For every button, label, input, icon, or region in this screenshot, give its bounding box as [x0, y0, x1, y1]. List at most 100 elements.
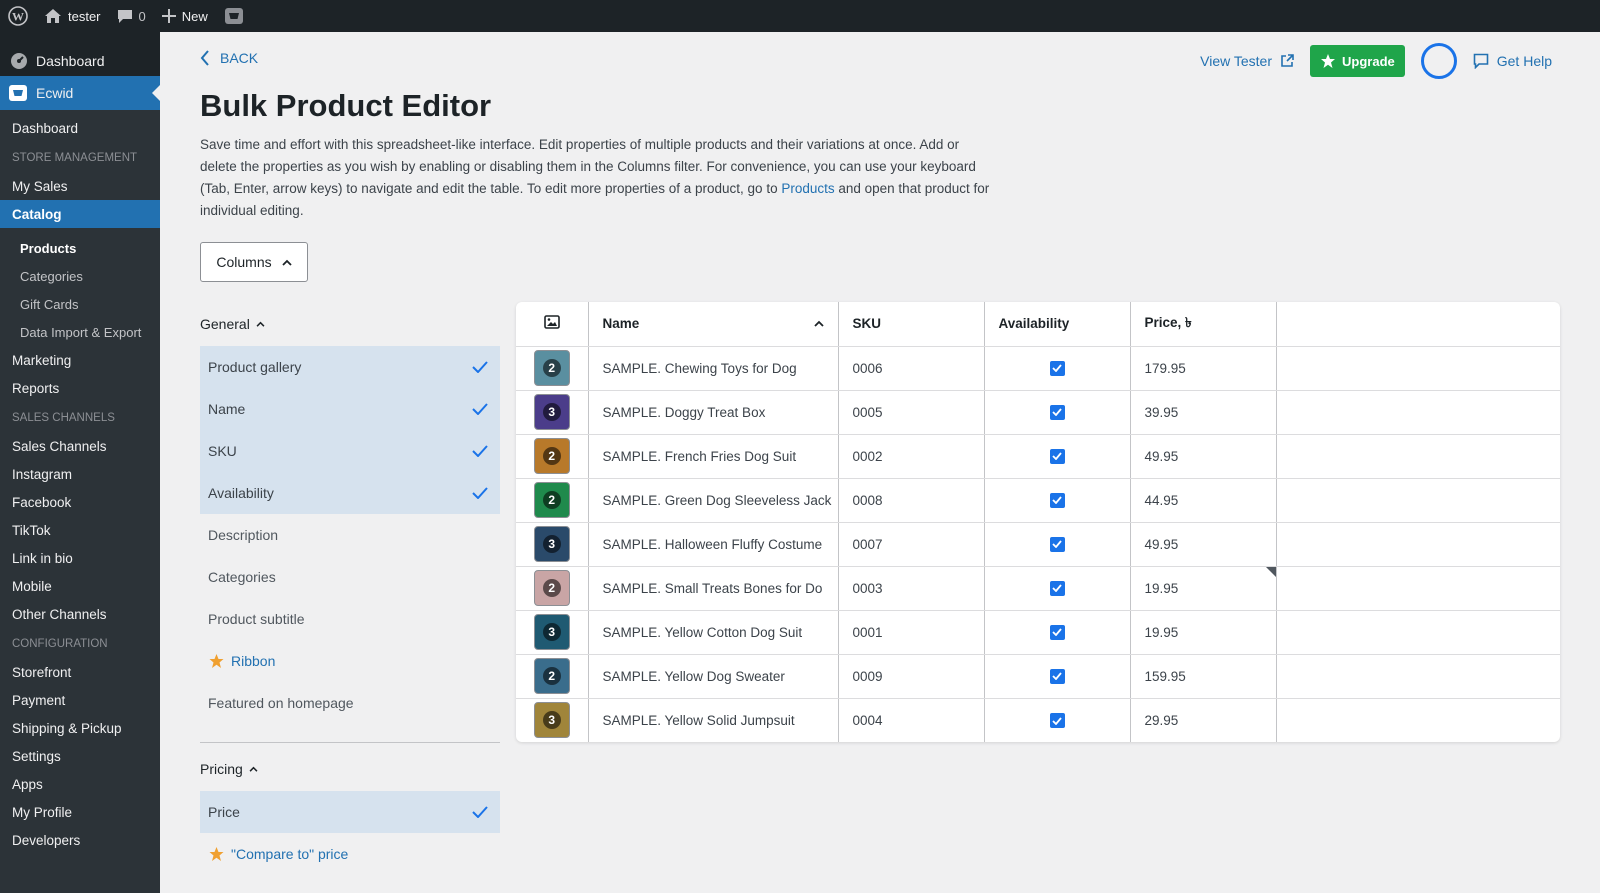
column-option[interactable]: Product subtitle — [200, 598, 500, 640]
new-content-link[interactable]: New — [154, 0, 216, 32]
pricing-group-toggle[interactable]: Pricing — [200, 755, 500, 783]
sidebar-item-my-profile[interactable]: My Profile — [0, 798, 160, 826]
availability-checkbox[interactable] — [1049, 668, 1065, 684]
column-option[interactable]: Product gallery — [200, 346, 500, 388]
product-name-cell[interactable]: SAMPLE. Yellow Cotton Dog Suit — [588, 610, 839, 655]
product-thumbnail-cell[interactable]: 3 — [516, 522, 589, 567]
sku-column-header[interactable]: SKU — [838, 302, 985, 347]
product-name-cell[interactable]: SAMPLE. French Fries Dog Suit — [588, 434, 839, 479]
products-link[interactable]: Products — [781, 181, 834, 196]
sidebar-item-link-in-bio[interactable]: Link in bio — [0, 544, 160, 572]
availability-checkbox[interactable] — [1049, 624, 1065, 640]
availability-checkbox[interactable] — [1049, 404, 1065, 420]
price-column-header[interactable]: Price, ৳ — [1130, 302, 1277, 347]
availability-checkbox[interactable] — [1049, 448, 1065, 464]
name-column-header[interactable]: Name — [588, 302, 839, 347]
availability-checkbox[interactable] — [1049, 536, 1065, 552]
site-home-link[interactable]: tester — [36, 0, 109, 32]
availability-cell[interactable] — [984, 566, 1131, 611]
price-cell[interactable]: 39.95 — [1130, 390, 1277, 435]
ecwid-toolbar-link[interactable] — [216, 0, 252, 32]
product-thumbnail-cell[interactable]: 2 — [516, 346, 589, 391]
sku-cell[interactable]: 0008 — [838, 478, 985, 523]
price-cell[interactable]: 49.95 — [1130, 522, 1277, 567]
sku-cell[interactable]: 0006 — [838, 346, 985, 391]
column-option[interactable]: Availability — [200, 472, 500, 514]
price-cell[interactable]: 179.95 — [1130, 346, 1277, 391]
product-name-cell[interactable]: SAMPLE. Green Dog Sleeveless Jack — [588, 478, 839, 523]
sku-cell[interactable]: 0009 — [838, 654, 985, 699]
sidebar-item-other-channels[interactable]: Other Channels — [0, 600, 160, 628]
column-option[interactable]: "Compare to" price — [200, 833, 500, 875]
availability-cell[interactable] — [984, 390, 1131, 435]
gallery-column-header[interactable] — [516, 302, 589, 347]
product-thumbnail-cell[interactable]: 2 — [516, 478, 589, 523]
price-cell[interactable]: 19.95 — [1130, 610, 1277, 655]
view-store-link[interactable]: View Tester — [1200, 53, 1294, 69]
price-cell[interactable]: 159.95 — [1130, 654, 1277, 699]
price-cell[interactable]: 29.95 — [1130, 698, 1277, 742]
get-help-link[interactable]: Get Help — [1473, 53, 1552, 69]
sidebar-item-sales-channels[interactable]: Sales Channels — [0, 432, 160, 460]
availability-cell[interactable] — [984, 654, 1131, 699]
availability-column-header[interactable]: Availability — [984, 302, 1131, 347]
column-option[interactable]: SKU — [200, 430, 500, 472]
comments-link[interactable]: 0 — [109, 0, 154, 32]
product-name-cell[interactable]: SAMPLE. Halloween Fluffy Costume — [588, 522, 839, 567]
columns-filter-button[interactable]: Columns — [200, 242, 308, 282]
sidebar-item-products[interactable]: Products — [0, 234, 160, 262]
availability-cell[interactable] — [984, 434, 1131, 479]
sku-cell[interactable]: 0002 — [838, 434, 985, 479]
product-name-cell[interactable]: SAMPLE. Doggy Treat Box — [588, 390, 839, 435]
general-group-toggle[interactable]: General — [200, 310, 500, 338]
product-name-cell[interactable]: SAMPLE. Small Treats Bones for Do — [588, 566, 839, 611]
sidebar-item-payment[interactable]: Payment — [0, 686, 160, 714]
sidebar-item-developers[interactable]: Developers — [0, 826, 160, 854]
price-cell[interactable]: 49.95 — [1130, 434, 1277, 479]
sidebar-item-tiktok[interactable]: TikTok — [0, 516, 160, 544]
sidebar-item-data-import-export[interactable]: Data Import & Export — [0, 318, 160, 346]
sidebar-item-dashboard[interactable]: Dashboard — [0, 114, 160, 142]
product-thumbnail-cell[interactable]: 2 — [516, 654, 589, 699]
sidebar-item-marketing[interactable]: Marketing — [0, 346, 160, 374]
availability-cell[interactable] — [984, 610, 1131, 655]
upgrade-button[interactable]: Upgrade — [1310, 45, 1405, 77]
availability-cell[interactable] — [984, 522, 1131, 567]
sidebar-item-reports[interactable]: Reports — [0, 374, 160, 402]
price-cell[interactable]: 19.95 — [1130, 566, 1277, 611]
sku-cell[interactable]: 0005 — [838, 390, 985, 435]
sidebar-item-my-sales[interactable]: My Sales — [0, 172, 160, 200]
availability-cell[interactable] — [984, 346, 1131, 391]
sidebar-item-mobile[interactable]: Mobile — [0, 572, 160, 600]
sidebar-item-facebook[interactable]: Facebook — [0, 488, 160, 516]
sidebar-item-gift-cards[interactable]: Gift Cards — [0, 290, 160, 318]
back-link[interactable]: BACK — [200, 50, 258, 66]
sku-cell[interactable]: 0001 — [838, 610, 985, 655]
availability-checkbox[interactable] — [1049, 360, 1065, 376]
product-thumbnail-cell[interactable]: 2 — [516, 566, 589, 611]
price-cell[interactable]: 44.95 — [1130, 478, 1277, 523]
column-option[interactable]: Featured on homepage — [200, 682, 500, 724]
sidebar-item-dashboard[interactable]: Dashboard — [0, 46, 160, 76]
availability-checkbox[interactable] — [1049, 580, 1065, 596]
column-option[interactable]: Categories — [200, 556, 500, 598]
product-thumbnail-cell[interactable]: 3 — [516, 610, 589, 655]
availability-cell[interactable] — [984, 478, 1131, 523]
availability-cell[interactable] — [984, 698, 1131, 742]
sidebar-item-catalog[interactable]: Catalog — [0, 200, 160, 228]
product-thumbnail-cell[interactable]: 3 — [516, 698, 589, 742]
sidebar-item-settings[interactable]: Settings — [0, 742, 160, 770]
product-name-cell[interactable]: SAMPLE. Chewing Toys for Dog — [588, 346, 839, 391]
sidebar-item-instagram[interactable]: Instagram — [0, 460, 160, 488]
sku-cell[interactable]: 0007 — [838, 522, 985, 567]
sku-cell[interactable]: 0003 — [838, 566, 985, 611]
availability-checkbox[interactable] — [1049, 713, 1065, 728]
product-thumbnail-cell[interactable]: 2 — [516, 434, 589, 479]
column-option[interactable]: Description — [200, 514, 500, 556]
product-name-cell[interactable]: SAMPLE. Yellow Dog Sweater — [588, 654, 839, 699]
sidebar-item-ecwid[interactable]: Ecwid — [0, 76, 160, 110]
sidebar-item-storefront[interactable]: Storefront — [0, 658, 160, 686]
product-thumbnail-cell[interactable]: 3 — [516, 390, 589, 435]
sku-cell[interactable]: 0004 — [838, 698, 985, 742]
wordpress-logo-icon[interactable]: W — [0, 0, 36, 32]
